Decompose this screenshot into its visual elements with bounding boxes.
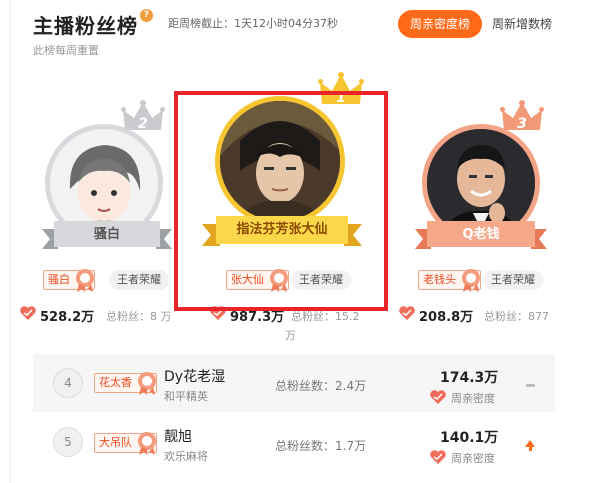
intimacy-heart-icon [399, 306, 415, 320]
medal-icon [76, 269, 94, 292]
fan-ranking-page: 主播粉丝榜 ? 距周榜截止：1天12小时04分37秒 此榜每周重置 周亲密度榜 … [0, 0, 591, 483]
intimacy-value: 140.1万 [440, 430, 499, 446]
countdown-text: 距周榜截止：1天12小时04分37秒 [168, 17, 338, 30]
game-name: 欢乐麻将 [164, 450, 208, 463]
intimacy-value: 528.2万 [40, 310, 95, 325]
trend-flat-icon [526, 384, 535, 387]
name-ribbon-rank-2: 骚白 [42, 219, 172, 251]
total-fans-wrap: 万 [285, 329, 296, 342]
svg-text:3: 3 [517, 116, 527, 132]
help-icon[interactable]: ? [140, 9, 153, 22]
reset-note: 此榜每周重置 [33, 44, 99, 57]
fan-badge: 花太香 [94, 372, 157, 395]
intimacy-heart-icon [20, 306, 36, 320]
intimacy-label: 周亲密度 [451, 452, 495, 465]
total-fans: 总粉丝：877 [484, 310, 549, 323]
fan-badge: 大吊队 [94, 432, 157, 455]
intimacy-value: 174.3万 [440, 370, 499, 386]
tab-weekly-intimacy[interactable]: 周亲密度榜 [398, 10, 482, 38]
fan-badge: 老钱头 [418, 269, 481, 292]
intimacy-label: 周亲密度 [451, 392, 495, 405]
streamer-name: Q老钱 [462, 227, 500, 242]
streamer-name: 骚白 [93, 227, 120, 242]
fan-badge-label: 骚白 [48, 273, 70, 286]
intimacy-heart-icon [430, 450, 446, 464]
streamer-name[interactable]: Dy花老湿 [164, 366, 225, 386]
trend-up-stem [528, 446, 532, 451]
medal-icon [138, 372, 156, 395]
game-name: 和平精英 [164, 390, 208, 403]
fan-badge-label: 花太香 [99, 376, 132, 389]
intimacy-heart-icon [430, 390, 446, 404]
tab-weekly-new-fans[interactable]: 周新增数榜 [492, 10, 560, 38]
game-tag[interactable]: 王者荣耀 [109, 270, 169, 290]
fan-badge-label: 大吊队 [99, 436, 132, 449]
fan-badge: 骚白 [43, 269, 95, 292]
intimacy-value: 208.8万 [419, 310, 474, 325]
game-tag[interactable]: 王者荣耀 [483, 270, 543, 290]
page-title: 主播粉丝榜 [33, 14, 138, 38]
streamer-name[interactable]: 靓旭 [164, 426, 192, 446]
total-fans: 总粉丝数：2.4万 [275, 379, 367, 393]
rank-number: 4 [53, 368, 83, 398]
name-ribbon-rank-3: Q老钱 [415, 219, 547, 251]
highlight-box [174, 91, 388, 311]
left-divider [10, 0, 11, 483]
svg-text:2: 2 [138, 116, 148, 132]
medal-icon [138, 432, 156, 455]
rank-number: 5 [53, 427, 83, 457]
fan-badge-label: 老钱头 [423, 273, 456, 286]
total-fans: 总粉丝数：1.7万 [275, 439, 367, 453]
medal-icon [462, 269, 480, 292]
